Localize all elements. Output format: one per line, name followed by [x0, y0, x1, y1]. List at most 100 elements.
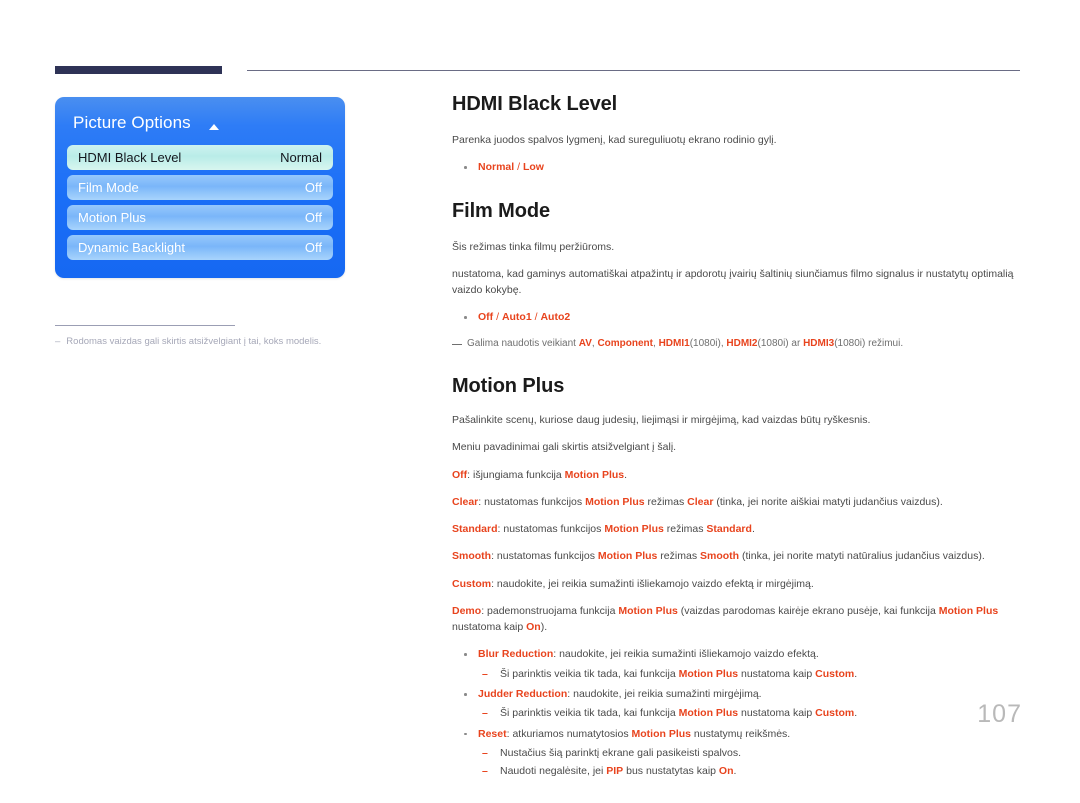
osd-row-label: HDMI Black Level [78, 150, 182, 165]
motion-plus-mode-clear: Clear: nustatomas funkcijos Motion Plus … [452, 494, 1020, 510]
mode-value: Smooth [699, 550, 740, 563]
motion-plus-mode-smooth: Smooth: nustatomas funkcijos Motion Plus… [452, 548, 1020, 564]
mode-term: Clear [452, 495, 479, 508]
section-hdmi-black-level: HDMI Black Level Parenka juodos spalvos … [452, 93, 1020, 176]
film-mode-para-1: Šis režimas tinka filmų peržiūroms. [452, 240, 615, 253]
list-item: Ši parinktis veikia tik tada, kai funkci… [478, 666, 1020, 683]
note-lead: Naudoti negalėsite, jei [500, 765, 607, 778]
option-list: Off / Auto1 / Auto2 [452, 309, 1020, 325]
option-value-low: Low [522, 161, 544, 174]
mode-term: Demo [452, 604, 482, 617]
section-intro: Parenka juodos spalvos lygmenį, kad sure… [452, 134, 777, 146]
mode-text: (tinka, jei norite matyti natūralius jud… [739, 550, 985, 563]
note-hdmi2-suffix: (1080i) ar [757, 337, 804, 349]
motion-plus-mode-off: Off: išjungiama funkcija Motion Plus. [452, 467, 1020, 483]
mode-text: režimas [657, 550, 700, 563]
header-rules [55, 66, 1020, 76]
note-mid: nustatoma kaip [738, 667, 816, 680]
osd-row-value: Normal [280, 150, 322, 165]
mode-text: režimas [663, 523, 707, 536]
note-tail: . [854, 667, 858, 680]
note-lead: Galima naudotis veikiant [467, 337, 579, 349]
mode-text: ). [540, 621, 548, 634]
note-term-hdmi1: HDMI1 [658, 337, 690, 349]
mode-text: režimas [644, 495, 688, 508]
mode-value: Clear [687, 495, 714, 508]
osd-row-dynamic-backlight[interactable]: Dynamic Backlight Off [67, 235, 333, 260]
mode-text: nustatoma kaip [452, 621, 527, 634]
note-hdmi1-suffix: (1080i), [689, 337, 727, 349]
sub-option-text: : atkuriamos numatytosios [506, 727, 632, 740]
option-value-off: Off [478, 311, 494, 324]
list-item: Blur Reduction: naudokite, jei reikia su… [452, 646, 1020, 682]
mode-text: : nustatomas funkcijos [478, 495, 586, 508]
left-note-text: Rodomas vaizdas gali skirtis atsižvelgia… [66, 336, 322, 347]
osd-row-label: Dynamic Backlight [78, 240, 185, 255]
motion-plus-para-2: Meniu pavadinimai gali skirtis atsižvelg… [452, 441, 677, 454]
mode-value: Standard [706, 523, 752, 536]
page-number: 107 [977, 700, 1022, 728]
feature-ref: Motion Plus [585, 495, 645, 508]
note-term-component: Component [597, 337, 653, 349]
mode-text: (tinka, jei norite aiškiai matyti judanč… [713, 495, 943, 508]
osd-picture-options-panel: Picture Options HDMI Black Level Normal … [55, 97, 345, 278]
note-term-av: AV [578, 337, 592, 349]
note-hdmi3-suffix: (1080i) režimui. [834, 337, 904, 349]
header-bar-accent [55, 66, 222, 74]
list-item: Normal / Low [452, 159, 1020, 175]
section-heading: Film Mode [452, 199, 550, 222]
mode-text: . [624, 468, 628, 481]
section-film-mode: Film Mode Šis režimas tinka filmų peržiū… [452, 200, 1020, 352]
mode-term: Smooth [452, 550, 492, 563]
note-term-hdmi3: HDMI3 [803, 337, 835, 349]
sub-option-term: Blur Reduction [478, 648, 554, 661]
osd-row-motion-plus[interactable]: Motion Plus Off [67, 205, 333, 230]
option-value-auto2: Auto2 [540, 311, 571, 324]
left-note-divider [55, 325, 235, 326]
feature-ref: Motion Plus [564, 468, 625, 481]
feature-ref: Motion Plus [597, 550, 658, 563]
osd-row-label: Motion Plus [78, 210, 146, 225]
note-mid: bus nustatytas kaip [623, 765, 719, 778]
feature-ref: Motion Plus [618, 604, 678, 617]
mode-term: Standard [452, 523, 498, 536]
sub-option-text: : naudokite, jei reikia sumažinti mirgėj… [567, 688, 762, 701]
motion-plus-mode-custom: Custom: naudokite, jei reikia sumažinti … [452, 576, 1020, 592]
osd-row-label: Film Mode [78, 180, 139, 195]
mode-text: : nustatomas funkcijos [497, 523, 605, 536]
right-column: HDMI Black Level Parenka juodos spalvos … [452, 93, 1020, 803]
film-mode-para-2: nustatoma, kad gaminys automatiškai atpa… [452, 267, 1014, 297]
sub-option-text: : naudokite, jei reikia sumažinti išliek… [553, 648, 819, 661]
option-separator: / [493, 311, 502, 324]
triangle-up-icon[interactable] [208, 123, 219, 130]
mode-term: Off [452, 468, 468, 481]
mode-text: : išjungiama funkcija [467, 468, 565, 481]
motion-plus-mode-standard: Standard: nustatomas funkcijos Motion Pl… [452, 521, 1020, 537]
mode-text: (vaizdas parodomas kairėje ekrano pusėje… [677, 604, 939, 617]
section-heading: Motion Plus [452, 375, 565, 398]
osd-row-hdmi-black-level[interactable]: HDMI Black Level Normal [67, 145, 333, 170]
osd-row-value: Off [304, 240, 322, 255]
section-heading: HDMI Black Level [452, 93, 618, 115]
motion-plus-mode-demo: Demo: pademonstruojama funkcija Motion P… [452, 603, 1020, 636]
option-value-auto1: Auto1 [501, 311, 532, 324]
sub-option-term: Judder Reduction [478, 688, 568, 701]
list-item: Off / Auto1 / Auto2 [452, 309, 1020, 325]
note-lead: Ši parinktis veikia tik tada, kai funkci… [500, 667, 679, 680]
feature-ref: Motion Plus [678, 667, 739, 680]
left-note: – Rodomas vaizdas gali skirtis atsižvelg… [55, 335, 395, 348]
sub-note-list: Nustačius šią parinktį ekrane gali pasik… [478, 745, 1020, 780]
option-separator: / [514, 161, 523, 174]
note-tail: . [733, 765, 737, 778]
list-item: Reset: atkuriamos numatytosios Motion Pl… [452, 726, 1020, 780]
mode-text: : nustatomas funkcijos [491, 550, 598, 563]
sub-option-term: Reset [478, 727, 507, 740]
left-column: Picture Options HDMI Black Level Normal … [55, 97, 395, 348]
header-rule-line [247, 70, 1020, 71]
osd-row-value: Off [304, 180, 322, 195]
osd-row-film-mode[interactable]: Film Mode Off [67, 175, 333, 200]
feature-ref: Motion Plus [938, 604, 999, 617]
osd-title-row: Picture Options [67, 111, 333, 145]
mode-text: : naudokite, jei reikia sumažinti išliek… [491, 577, 814, 590]
list-item: Naudoti negalėsite, jei PIP bus nustatyt… [478, 763, 1020, 780]
